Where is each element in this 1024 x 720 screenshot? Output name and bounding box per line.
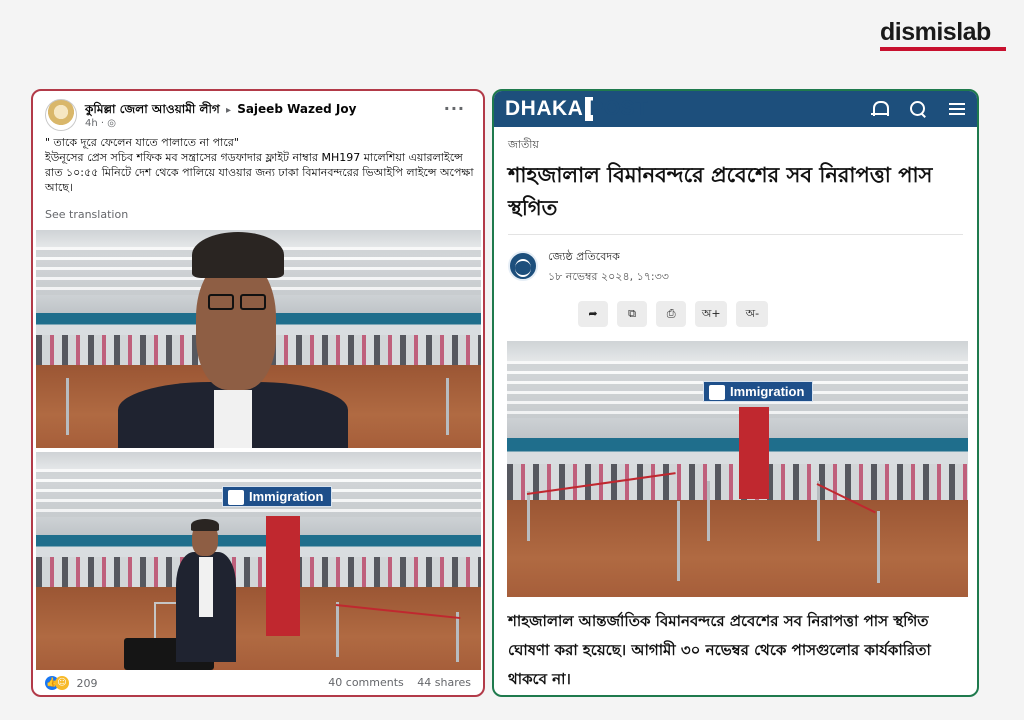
article-lead: শাহজালাল আন্তর্জাতিক বিমানবন্দরে প্রবেশে… <box>508 612 931 688</box>
font-decrease-button[interactable]: অ- <box>736 301 769 327</box>
bell-icon[interactable] <box>869 99 889 119</box>
brand-name: dismislab <box>880 18 991 46</box>
brand-underline <box>880 47 1006 51</box>
author-name[interactable]: জ্যেষ্ঠ প্রতিবেদক <box>548 248 620 267</box>
article-image[interactable]: Immigration <box>507 341 968 597</box>
shares-count-link[interactable]: 44 shares <box>417 676 471 689</box>
floor <box>36 587 481 670</box>
see-translation-link[interactable]: See translation <box>45 208 128 221</box>
immigration-sign-text: Immigration <box>730 384 805 399</box>
share-icon[interactable]: ➦ <box>578 301 608 327</box>
floor <box>507 499 968 597</box>
dhaka-post-logo[interactable]: DHAKA POST <box>505 97 648 121</box>
immigration-sign-text: Immigration <box>249 489 324 504</box>
divider <box>508 234 963 235</box>
hamburger-menu-icon[interactable] <box>947 99 967 119</box>
queue-post <box>707 481 710 541</box>
globe-icon: ◎ <box>107 118 116 129</box>
red-pillar <box>739 407 769 499</box>
post-author-line: কুমিল্লা জেলা আওয়ামী লীগ ▸ Sajeeb Wazed… <box>85 101 356 121</box>
queue-post <box>456 612 459 662</box>
red-pillar <box>266 516 300 636</box>
comments-count-link[interactable]: 40 comments <box>328 676 404 689</box>
post-image-1[interactable] <box>36 230 481 448</box>
immigration-sign: Immigration <box>222 486 333 507</box>
page-avatar[interactable] <box>45 99 77 131</box>
dismislab-logo: dismislab <box>880 18 1008 51</box>
post-time[interactable]: 4h · ◎ <box>85 118 116 129</box>
search-icon[interactable] <box>908 99 928 119</box>
site-header: DHAKA POST <box>494 91 977 127</box>
publish-date: ১৮ নভেম্বর ২০২৪, ১৭:৩৩ <box>548 270 669 283</box>
article-toolbar: ➦ ⧉ ⎙ অ+ অ- <box>578 301 772 327</box>
post-text: " তাকে দূরে ফেলেন যাতে পালাতে না পারে" ই… <box>45 135 475 195</box>
crowd <box>507 463 968 505</box>
print-icon[interactable]: ⎙ <box>656 301 687 327</box>
man-shirt <box>214 390 252 448</box>
post-quote: " তাকে দূরে ফেলেন যাতে পালাতে না পারে" <box>45 136 239 149</box>
author-avatar <box>508 251 538 281</box>
man-hair <box>191 519 219 531</box>
glasses-icon <box>240 294 266 310</box>
man-shirt <box>199 557 213 617</box>
shared-to-link[interactable]: Sajeeb Wazed Joy <box>237 102 356 116</box>
post-image-2[interactable]: Immigration <box>36 452 481 670</box>
page-name-link[interactable]: কুমিল্লা জেলা আওয়ামী লীগ <box>85 102 220 116</box>
queue-post <box>817 481 820 541</box>
more-options-icon[interactable]: ··· <box>444 99 465 118</box>
haha-icon: ☺ <box>55 676 69 690</box>
man-hair <box>192 232 284 278</box>
immigration-sign: Immigration <box>703 381 814 402</box>
facebook-post-card: কুমিল্লা জেলা আওয়ামী লীগ ▸ Sajeeb Wazed… <box>31 89 485 697</box>
logo-accent: POST <box>585 97 648 121</box>
glasses-icon <box>208 294 234 310</box>
post-stats: 40 comments 44 shares <box>318 676 471 689</box>
post-header: কুমিল্লা জেলা আওয়ামী লীগ ▸ Sajeeb Wazed… <box>45 99 473 135</box>
reactions[interactable]: 👍☺ 209 <box>45 676 98 690</box>
post-footer: 👍☺ 209 40 comments 44 shares <box>45 675 471 693</box>
post-time-text: 4h <box>85 118 98 129</box>
post-body: ইউনূসের প্রেস সচিব শফিক মব সন্ত্রাসের গড… <box>45 151 474 194</box>
queue-post <box>446 378 449 435</box>
copy-icon[interactable]: ⧉ <box>617 301 648 327</box>
article-headline: শাহজালাল বিমানবন্দরে প্রবেশের সব নিরাপত্… <box>508 163 933 220</box>
dhaka-post-article: DHAKA POST জাতীয় শাহজালাল বিমানবন্দরে প্… <box>492 89 979 697</box>
header-icons <box>855 99 967 119</box>
reaction-count: 209 <box>76 676 98 690</box>
queue-post <box>877 511 880 583</box>
category-link[interactable]: জাতীয় <box>508 136 539 155</box>
queue-post <box>66 378 69 435</box>
font-increase-button[interactable]: অ+ <box>695 301 728 327</box>
queue-post <box>336 602 339 657</box>
caret-right-icon: ▸ <box>225 105 231 116</box>
queue-post <box>527 491 530 541</box>
logo-main: DHAKA <box>505 97 584 120</box>
queue-post <box>677 501 680 581</box>
